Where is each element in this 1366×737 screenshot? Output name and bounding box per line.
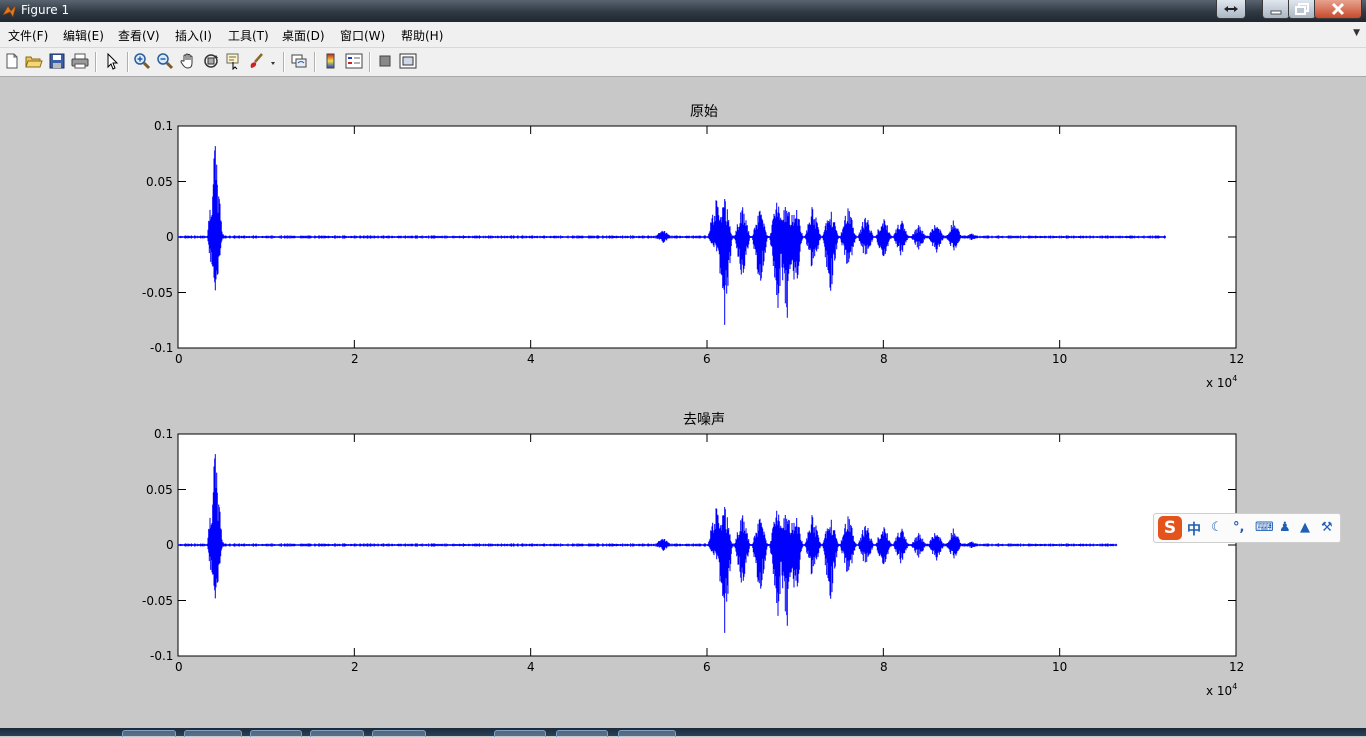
user-icon[interactable]: ♟ xyxy=(1279,520,1291,535)
menu-tools[interactable]: 工具(T) xyxy=(228,27,269,44)
plot2-xtick: 12 xyxy=(1229,660,1245,674)
figure-toolbar xyxy=(0,48,1366,77)
menu-insert[interactable]: 插入(I) xyxy=(175,27,212,44)
legend-icon[interactable] xyxy=(345,52,363,70)
pan-hand-icon[interactable] xyxy=(179,52,197,70)
plot1-xtick: 12 xyxy=(1229,352,1245,366)
plot1-x-exponent: x 104 xyxy=(1206,374,1237,390)
plot1-xtick: 4 xyxy=(527,352,535,366)
data-cursor-icon[interactable] xyxy=(225,52,243,70)
pointer-icon[interactable] xyxy=(103,52,121,70)
skin-shirt-icon[interactable]: ▲ xyxy=(1300,520,1310,535)
plot2-xtick: 8 xyxy=(880,660,888,674)
plot2-title: 去噪声 xyxy=(683,412,725,428)
rotate-3d-icon[interactable] xyxy=(202,52,220,70)
hide-plot-tools-icon[interactable] xyxy=(376,52,394,70)
restore-icon xyxy=(1295,3,1309,15)
ime-mode-toggle[interactable]: 中 xyxy=(1187,519,1201,539)
plot1-xtick: 0 xyxy=(175,352,183,366)
plot1-ytick: 0 xyxy=(166,230,174,244)
menu-bar: 文件(F) 编辑(E) 查看(V) 插入(I) 工具(T) 桌面(D) 窗口(W… xyxy=(0,22,1366,48)
plot2-ytick: 0 xyxy=(166,538,174,552)
waveform-series xyxy=(177,146,1166,325)
toolbar-separator xyxy=(283,52,285,72)
plot1-xtick: 6 xyxy=(703,352,711,366)
plot2-xtick: 4 xyxy=(527,660,535,674)
open-file-icon[interactable] xyxy=(25,52,43,70)
plot-area xyxy=(177,433,1237,657)
plot1-xtick: 8 xyxy=(880,352,888,366)
plot2-xtick: 10 xyxy=(1052,660,1068,674)
plot1-ytick: 0.1 xyxy=(154,119,174,133)
plot2-axes xyxy=(177,433,1237,657)
plot1-ytick: -0.1 xyxy=(150,341,174,355)
plot2-x-exponent: x 104 xyxy=(1206,682,1237,698)
toolbar-separator xyxy=(95,52,97,72)
plot1-ytick: -0.05 xyxy=(142,286,174,300)
dock-arrows-button[interactable] xyxy=(1216,0,1246,19)
wrench-icon[interactable]: ⚒ xyxy=(1321,520,1333,535)
maximize-button[interactable] xyxy=(1288,0,1316,19)
close-icon xyxy=(1331,2,1345,16)
menu-file[interactable]: 文件(F) xyxy=(8,27,48,44)
plot1-axes xyxy=(177,125,1237,349)
brush-dropdown-icon[interactable] xyxy=(268,52,278,70)
plot2-x-exponent-power: 4 xyxy=(1232,682,1238,691)
minimize-button[interactable] xyxy=(1262,0,1290,19)
menu-edit[interactable]: 编辑(E) xyxy=(63,27,104,44)
toolbar-separator xyxy=(127,52,129,72)
plot-area xyxy=(177,125,1237,349)
plot1-ytick: 0.05 xyxy=(146,175,173,189)
plot1-x-exponent-power: 4 xyxy=(1232,374,1238,383)
plot1-xtick: 10 xyxy=(1052,352,1068,366)
menu-help[interactable]: 帮助(H) xyxy=(401,27,443,44)
window-titlebar: Figure 1 xyxy=(0,0,1366,22)
keyboard-icon[interactable]: ⌨ xyxy=(1255,520,1274,535)
plot2-ytick: -0.05 xyxy=(142,594,174,608)
plot1-xtick: 2 xyxy=(351,352,359,366)
waveform-series xyxy=(177,454,1118,633)
minimize-icon xyxy=(1270,10,1282,15)
colorbar-icon[interactable] xyxy=(322,52,340,70)
link-plot-icon[interactable] xyxy=(290,52,308,70)
save-icon[interactable] xyxy=(48,52,66,70)
window-title: Figure 1 xyxy=(21,3,70,17)
menu-overflow-icon[interactable]: ▼ xyxy=(1353,28,1360,38)
menu-desktop[interactable]: 桌面(D) xyxy=(282,27,325,44)
plot1-title: 原始 xyxy=(690,104,718,120)
moon-icon[interactable]: ☾ xyxy=(1211,520,1223,535)
plot1-x-exponent-base: x 10 xyxy=(1206,376,1233,390)
plot2-x-exponent-base: x 10 xyxy=(1206,684,1233,698)
menu-view[interactable]: 查看(V) xyxy=(118,27,160,44)
zoom-out-icon[interactable] xyxy=(156,52,174,70)
brush-icon[interactable] xyxy=(248,52,266,70)
zoom-in-icon[interactable] xyxy=(133,52,151,70)
show-plot-tools-icon[interactable] xyxy=(399,52,417,70)
ime-toolbar[interactable]: S 中 ☾ °, ⌨ ♟ ▲ ⚒ xyxy=(1153,513,1341,543)
matlab-logo-icon xyxy=(2,4,17,18)
plot2-ytick: -0.1 xyxy=(150,649,174,663)
toolbar-separator xyxy=(369,52,371,72)
sogou-logo-icon[interactable]: S xyxy=(1158,516,1182,540)
toolbar-separator xyxy=(314,52,316,72)
plot2-ytick: 0.05 xyxy=(146,483,173,497)
close-button[interactable] xyxy=(1314,0,1362,19)
plot2-xtick: 2 xyxy=(351,660,359,674)
menu-window[interactable]: 窗口(W) xyxy=(340,27,385,44)
double-arrow-icon xyxy=(1224,6,1238,12)
plot2-xtick: 0 xyxy=(175,660,183,674)
new-figure-icon[interactable] xyxy=(3,52,21,70)
plot2-ytick: 0.1 xyxy=(154,427,174,441)
punctuation-icon[interactable]: °, xyxy=(1233,520,1244,535)
plot2-xtick: 6 xyxy=(703,660,711,674)
print-icon[interactable] xyxy=(71,52,89,70)
